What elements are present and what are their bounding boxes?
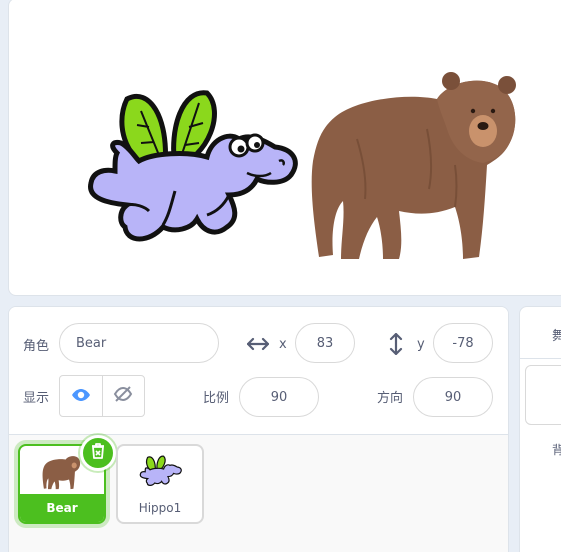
stage-canvas[interactable] <box>8 0 561 296</box>
hippo-thumbnail <box>118 450 202 494</box>
show-label: 显示 <box>23 391 50 406</box>
show-button[interactable] <box>60 376 102 416</box>
eye-icon <box>71 387 91 406</box>
eye-slash-icon <box>113 385 133 407</box>
stage-thumbnail[interactable] <box>525 365 561 425</box>
hippo-sprite[interactable] <box>79 87 299 257</box>
sprite-name-label: 角色 <box>23 339 50 354</box>
x-field[interactable]: 83 <box>295 323 355 363</box>
stage-pane-header: 舞 <box>520 307 561 359</box>
delete-sprite-button[interactable] <box>80 435 116 471</box>
direction-field[interactable]: 90 <box>413 377 493 417</box>
bear-sprite[interactable] <box>307 69 527 264</box>
x-label: x <box>279 337 287 352</box>
size-label: 比例 <box>203 391 230 406</box>
editor-root: 角色 Bear x 83 y -78 显示 比例 90 方向 90 Bear H… <box>0 0 561 552</box>
horizontal-arrows-icon <box>247 337 269 351</box>
backdrops-label: 背 <box>552 443 561 457</box>
direction-label: 方向 <box>377 391 404 406</box>
y-field[interactable]: -78 <box>433 323 493 363</box>
trash-icon <box>91 443 105 463</box>
y-label: y <box>417 337 425 352</box>
sprite-name-field[interactable]: Bear <box>59 323 219 363</box>
hide-button[interactable] <box>101 376 144 416</box>
sprite-info: 角色 Bear x 83 y -78 显示 比例 90 方向 90 <box>9 307 508 435</box>
visibility-toggle <box>59 375 145 417</box>
sprite-tile-hippo1[interactable]: Hippo1 <box>116 444 204 524</box>
sprite-tile-label: Hippo1 <box>138 501 182 515</box>
stage-pane[interactable]: 舞 背 <box>519 306 561 552</box>
size-field[interactable]: 90 <box>239 377 319 417</box>
sprite-tile-label: Bear <box>20 494 104 522</box>
stage-pane-title: 舞 <box>552 329 561 344</box>
vertical-arrows-icon <box>389 333 403 355</box>
